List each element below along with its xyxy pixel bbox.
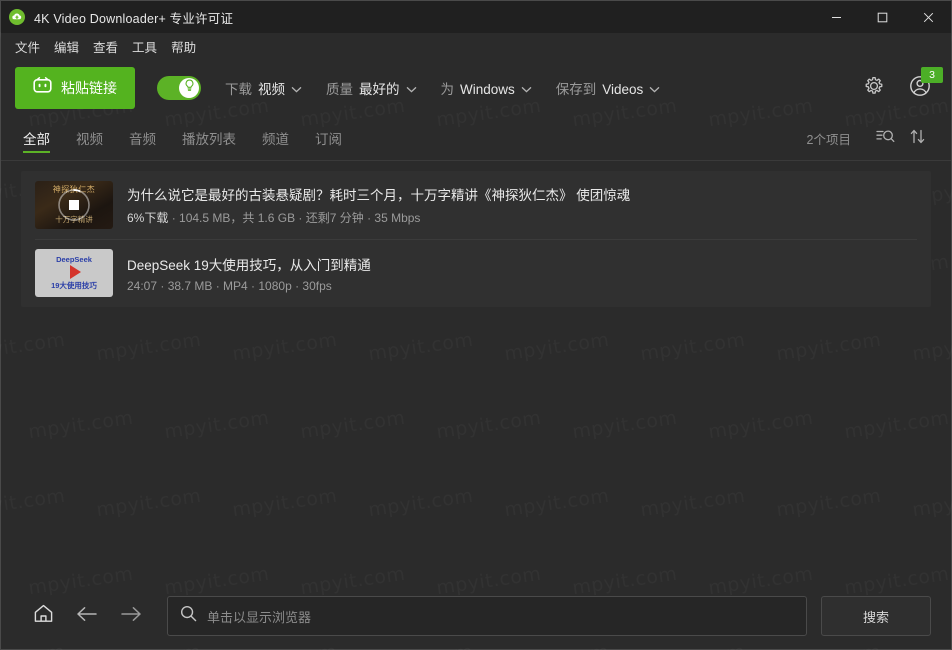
search-icon <box>180 605 197 627</box>
menu-item-help[interactable]: 帮助 <box>164 34 203 59</box>
tab-all[interactable]: 全部 <box>23 117 50 161</box>
quality-label: 质量 <box>326 81 353 97</box>
download-type-dropdown[interactable]: 下载 视频 <box>225 78 302 99</box>
arrow-right-icon <box>120 605 142 628</box>
tab-audio[interactable]: 音频 <box>129 117 156 161</box>
toggle-knob <box>179 78 199 98</box>
browser-bar: 单击以显示浏览器 搜索 <box>1 583 951 649</box>
tab-channel[interactable]: 频道 <box>262 117 289 161</box>
paste-link-button[interactable]: 粘贴链接 <box>15 67 135 109</box>
download-list-area: 神探狄仁杰 十万字精讲 为什么说它是最好的古装悬疑剧？耗时三个月，十万字精讲《神… <box>1 161 951 583</box>
tab-playlist[interactable]: 播放列表 <box>182 117 236 161</box>
download-list-panel: 神探狄仁杰 十万字精讲 为什么说它是最好的古装悬疑剧？耗时三个月，十万字精讲《神… <box>21 171 931 307</box>
download-progress-text: 6%下载 <box>127 211 169 225</box>
maximize-button[interactable] <box>859 1 905 33</box>
download-item[interactable]: DeepSeek 19大使用技巧 DeepSeek 19大使用技巧，从入门到精通… <box>21 239 931 307</box>
download-info: DeepSeek 19大使用技巧，从入门到精通 24:07 · 38.7 MB … <box>127 254 917 293</box>
menu-item-file[interactable]: 文件 <box>8 34 47 59</box>
lightbulb-icon <box>184 79 195 97</box>
download-thumbnail[interactable]: DeepSeek 19大使用技巧 <box>35 249 113 297</box>
bilibili-tv-icon <box>33 77 52 99</box>
close-button[interactable] <box>905 1 951 33</box>
stop-square-icon[interactable] <box>69 200 79 210</box>
chevron-down-icon <box>406 80 417 98</box>
window-title: 4K Video Downloader+ 专业许可证 <box>34 11 234 26</box>
smart-mode-toggle[interactable] <box>157 76 201 100</box>
sort-button[interactable] <box>903 125 931 153</box>
download-item[interactable]: 神探狄仁杰 十万字精讲 为什么说它是最好的古装悬疑剧？耗时三个月，十万字精讲《神… <box>21 171 931 239</box>
platform-dropdown[interactable]: 为 Windows <box>441 78 532 99</box>
quality-dropdown[interactable]: 质量 最好的 <box>326 78 417 99</box>
forward-button[interactable] <box>109 594 153 638</box>
filter-tab-bar: 全部 视频 音频 播放列表 频道 订阅 2个项目 <box>1 117 951 161</box>
title-bar: 4K Video Downloader+ 专业许可证 <box>1 1 951 33</box>
platform-value: Windows <box>460 81 515 97</box>
tab-subscription[interactable]: 订阅 <box>315 117 342 161</box>
menu-item-view[interactable]: 查看 <box>86 34 125 59</box>
back-button[interactable] <box>65 594 109 638</box>
download-title: DeepSeek 19大使用技巧，从入门到精通 <box>127 257 371 273</box>
menu-bar: 文件 编辑 查看 工具 帮助 <box>1 33 951 59</box>
settings-button[interactable] <box>859 73 889 103</box>
filter-search-button[interactable] <box>871 125 899 153</box>
menu-item-tools[interactable]: 工具 <box>125 34 164 59</box>
thumbnail-title: DeepSeek <box>56 255 92 264</box>
main-toolbar: 粘贴链接 下载 视频 质量 最好的 为 Windows 保存到 Videos 3 <box>1 59 951 117</box>
play-triangle-icon[interactable] <box>70 265 81 279</box>
save-location-dropdown[interactable]: 保存到 Videos <box>556 78 661 99</box>
chevron-down-icon <box>649 80 660 98</box>
paste-link-label: 粘贴链接 <box>61 80 117 96</box>
chevron-down-icon <box>291 80 302 98</box>
app-window: 4K Video Downloader+ 专业许可证 文件 编辑 查看 工具 帮… <box>0 0 952 650</box>
save-location-label: 保存到 <box>555 81 597 97</box>
save-location-value: Videos <box>602 81 644 97</box>
download-thumbnail[interactable]: 神探狄仁杰 十万字精讲 <box>35 181 113 229</box>
gear-icon <box>864 76 884 101</box>
download-meta: 24:07 · 38.7 MB · MP4 · 1080p · 30fps <box>127 278 332 293</box>
home-button[interactable] <box>21 594 65 638</box>
tab-video[interactable]: 视频 <box>76 117 103 161</box>
download-meta: 6%下载 · 104.5 MB，共 1.6 GB · 还剩7 分钟 · 35 M… <box>127 209 917 226</box>
browser-search-placeholder: 单击以显示浏览器 <box>207 609 312 625</box>
account-button[interactable]: 3 <box>903 67 943 105</box>
item-count-label: 2个项目 <box>806 133 851 147</box>
download-type-label: 下载 <box>225 81 252 97</box>
platform-label: 为 <box>440 81 455 97</box>
download-info: 为什么说它是最好的古装悬疑剧？耗时三个月，十万字精讲《神探狄仁杰》 使团惊魂 6… <box>127 184 917 226</box>
download-type-value: 视频 <box>258 81 285 97</box>
sort-arrows-icon <box>909 128 926 150</box>
search-button[interactable]: 搜索 <box>821 596 931 636</box>
browser-search-input[interactable]: 单击以显示浏览器 <box>167 596 807 636</box>
arrow-left-icon <box>76 605 98 628</box>
minimize-button[interactable] <box>813 1 859 33</box>
download-meta-rest: · 104.5 MB，共 1.6 GB · 还剩7 分钟 · 35 Mbps <box>168 211 421 225</box>
home-icon <box>33 603 54 629</box>
download-title: 为什么说它是最好的古装悬疑剧？耗时三个月，十万字精讲《神探狄仁杰》 使团惊魂 <box>127 188 631 203</box>
account-badge: 3 <box>921 67 943 83</box>
thumbnail-subtitle: 19大使用技巧 <box>51 281 97 290</box>
app-logo-icon <box>9 9 25 25</box>
filter-search-icon <box>875 128 895 150</box>
chevron-down-icon <box>521 80 532 98</box>
window-controls <box>813 1 951 33</box>
quality-value: 最好的 <box>359 81 400 97</box>
menu-item-edit[interactable]: 编辑 <box>47 34 86 59</box>
